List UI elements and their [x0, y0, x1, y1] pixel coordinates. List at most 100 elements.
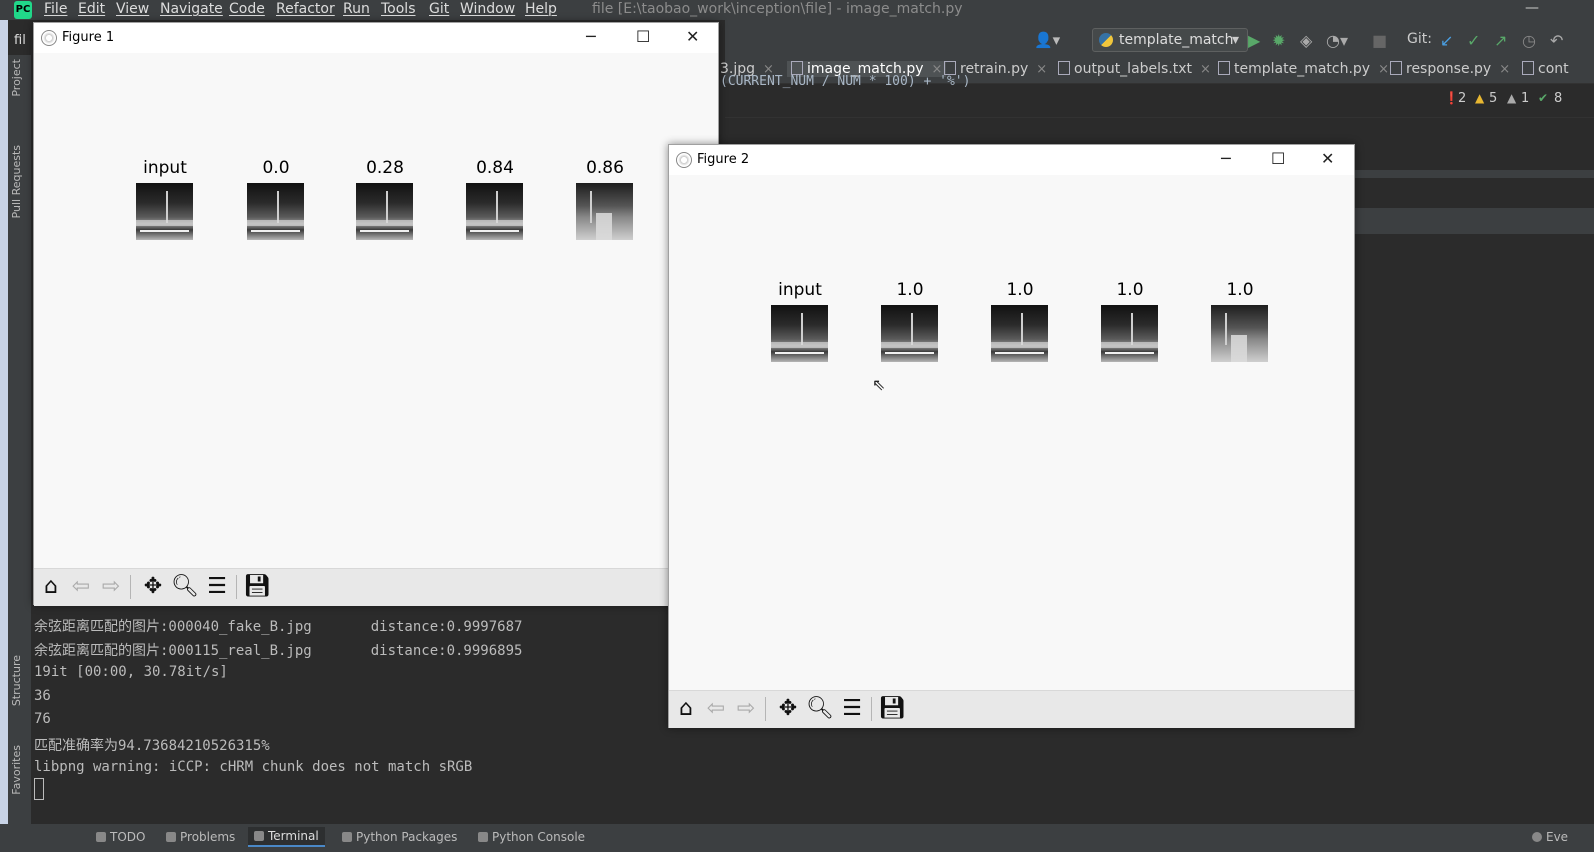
- close-icon[interactable]: ✕: [1321, 149, 1334, 168]
- stop-icon[interactable]: ■: [1372, 31, 1387, 50]
- bottom-tab-event-log[interactable]: Eve: [1532, 830, 1568, 844]
- packages-icon: [342, 832, 352, 842]
- rollback-icon[interactable]: ↶: [1550, 31, 1563, 50]
- arrow-right-icon[interactable]: ⇨: [731, 694, 761, 724]
- menu-edit[interactable]: Edit: [78, 1, 105, 17]
- arrow-left-icon[interactable]: ⇦: [66, 572, 96, 602]
- bottom-tab-problems[interactable]: Problems: [166, 830, 235, 844]
- minimize-icon[interactable]: ─: [586, 27, 596, 46]
- magnifier-icon[interactable]: 🔍︎: [170, 572, 200, 602]
- bottom-tool-bar: TODO Problems Terminal Python Packages P…: [0, 824, 1594, 852]
- warning-count[interactable]: 5: [1489, 91, 1497, 106]
- subplot-image: [881, 305, 938, 362]
- bottom-tab-label: TODO: [110, 830, 146, 844]
- home-icon[interactable]: ⌂: [36, 572, 66, 602]
- editor-code-line: (CURRENT_NUM / NUM * 100) + '%'): [720, 74, 971, 89]
- subplot-title: 0.28: [366, 158, 404, 178]
- subplot-title: 1.0: [1006, 280, 1034, 300]
- run-config-select[interactable]: template_match ▾: [1092, 28, 1248, 52]
- menu-help[interactable]: Help: [525, 1, 557, 17]
- maximize-icon[interactable]: ☐: [636, 27, 650, 46]
- side-tab-project[interactable]: Project: [10, 59, 23, 97]
- run-icon[interactable]: ▶: [1248, 31, 1260, 50]
- menu-navigate[interactable]: Navigate: [160, 1, 223, 17]
- menu-window[interactable]: Window: [460, 1, 515, 17]
- home-icon[interactable]: ⌂: [671, 694, 701, 724]
- side-tab-structure[interactable]: Structure: [10, 655, 23, 706]
- run-config-label: template_match: [1119, 32, 1234, 48]
- tab-label: output_labels.txt: [1074, 61, 1193, 77]
- toolbar-separator: [130, 575, 131, 599]
- tab-cont[interactable]: cont: [1522, 61, 1569, 77]
- figure2-window[interactable]: Figure 2 ─ ☐ ✕ input 1.0 1.0 1.0 1.0 ⇖ ⌂…: [668, 144, 1355, 728]
- git-label: Git:: [1407, 31, 1432, 47]
- weak-warning-count[interactable]: 1: [1521, 91, 1529, 106]
- terminal-cursor[interactable]: [34, 778, 44, 800]
- sliders-icon[interactable]: ☰: [837, 694, 867, 724]
- minimize-icon[interactable]: ─: [1221, 149, 1231, 168]
- figure2-navigation-toolbar: ⌂ ⇦ ⇨ ✥ 🔍︎ ☰ 💾︎: [669, 690, 1354, 728]
- menu-refactor[interactable]: Refactor: [276, 1, 335, 17]
- menu-view[interactable]: View: [116, 1, 149, 17]
- magnifier-icon[interactable]: 🔍︎: [805, 694, 835, 724]
- ide-minimize-icon[interactable]: —: [1525, 0, 1539, 16]
- git-push-icon[interactable]: ↗: [1494, 31, 1507, 50]
- arrow-right-icon[interactable]: ⇨: [96, 572, 126, 602]
- floppy-icon[interactable]: 💾︎: [242, 572, 272, 602]
- debug-icon[interactable]: ✹: [1272, 31, 1285, 50]
- editor-divider: [725, 117, 1594, 118]
- error-count[interactable]: 2: [1458, 91, 1466, 106]
- side-tab-pull-requests[interactable]: Pull Requests: [10, 145, 23, 218]
- close-icon[interactable]: ×: [1200, 62, 1211, 77]
- git-commit-icon[interactable]: ✓: [1467, 31, 1480, 50]
- figure2-titlebar[interactable]: Figure 2 ─ ☐ ✕: [669, 145, 1354, 175]
- tab-output-labels-txt[interactable]: output_labels.txt ×: [1058, 61, 1211, 77]
- arrow-left-icon[interactable]: ⇦: [701, 694, 731, 724]
- bottom-tab-terminal[interactable]: Terminal: [248, 827, 325, 847]
- terminal-line: 19it [00:00, 30.78it/s]: [34, 664, 228, 680]
- close-icon[interactable]: ×: [1036, 62, 1047, 77]
- menu-git[interactable]: Git: [429, 1, 449, 17]
- figure1-navigation-toolbar: ⌂ ⇦ ⇨ ✥ 🔍︎ ☰ 💾︎: [34, 568, 718, 606]
- menu-run[interactable]: Run: [343, 1, 370, 17]
- floppy-icon[interactable]: 💾︎: [877, 694, 907, 724]
- pycharm-logo-icon: PC: [14, 1, 32, 19]
- weak-warning-icon: ▲: [1507, 91, 1517, 105]
- event-log-icon: [1532, 832, 1542, 842]
- profile-icon[interactable]: ◔▾: [1326, 31, 1348, 50]
- ide-window-title: file [E:\taobao_work\inception\file] - i…: [592, 1, 963, 17]
- coverage-icon[interactable]: ◈: [1300, 31, 1312, 50]
- maximize-icon[interactable]: ☐: [1271, 149, 1285, 168]
- close-icon[interactable]: ×: [1499, 62, 1510, 77]
- close-icon[interactable]: ×: [1378, 62, 1389, 77]
- menu-file[interactable]: File: [44, 1, 67, 17]
- terminal-line: 余弦距离匹配的图片:000040_fake_B.jpg distance:0.9…: [34, 619, 523, 635]
- user-icon[interactable]: 👤▾: [1034, 31, 1060, 49]
- menu-code[interactable]: Code: [229, 1, 265, 17]
- history-icon[interactable]: ◷: [1522, 31, 1536, 50]
- subplot-image: [247, 183, 304, 240]
- bottom-tab-python-packages[interactable]: Python Packages: [342, 830, 457, 844]
- tab-template-match-py[interactable]: template_match.py ×: [1218, 61, 1389, 77]
- subplot-image: [771, 305, 828, 362]
- menu-tools[interactable]: Tools: [381, 1, 416, 17]
- figure1-titlebar[interactable]: Figure 1 ─ ☐ ✕: [34, 23, 718, 53]
- side-tab-favorites[interactable]: Favorites: [10, 745, 23, 795]
- ok-count[interactable]: 8: [1554, 91, 1562, 106]
- bottom-tab-todo[interactable]: TODO: [96, 830, 145, 844]
- figure1-window[interactable]: Figure 1 ─ ☐ ✕ input 0.0 0.28 0.84 0.86 …: [33, 22, 719, 606]
- python-file-icon: [791, 61, 803, 75]
- tab-response-py[interactable]: response.py ×: [1390, 61, 1510, 77]
- close-icon[interactable]: ✕: [686, 27, 699, 46]
- text-file-icon: [1058, 61, 1070, 75]
- tab-label: template_match.py: [1234, 61, 1371, 77]
- sliders-icon[interactable]: ☰: [202, 572, 232, 602]
- python-icon: [1099, 33, 1113, 47]
- move-icon[interactable]: ✥: [138, 572, 168, 602]
- figure2-title: Figure 2: [697, 152, 750, 167]
- move-icon[interactable]: ✥: [773, 694, 803, 724]
- chevron-down-icon: ▾: [1231, 32, 1239, 48]
- project-name: fil: [14, 33, 26, 48]
- git-update-icon[interactable]: ↙: [1440, 31, 1453, 50]
- bottom-tab-python-console[interactable]: Python Console: [478, 830, 585, 844]
